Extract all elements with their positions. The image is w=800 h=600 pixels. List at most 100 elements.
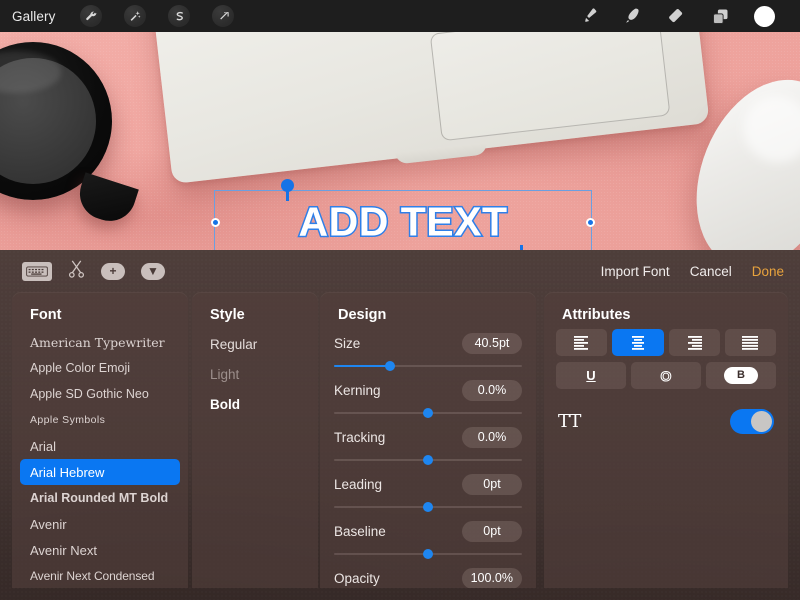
font-list-item[interactable]: Arial [20,433,180,459]
decoration-button-group: UOB [544,362,788,389]
resize-handle-left[interactable] [211,218,220,227]
design-slider-row: Leading0pt [320,470,536,513]
all-caps-tt-icon: TT [558,411,730,432]
attributes-card: Attributes UOB TT [544,292,788,588]
rotate-handle-top[interactable] [281,179,294,192]
slider-value[interactable]: 0pt [462,521,522,542]
top-toolbar: Gallery [0,0,800,32]
slider-label: Kerning [334,383,462,398]
import-font-button[interactable]: Import Font [601,264,670,279]
slider-header: Size40.5pt [334,329,522,357]
slider-header: Kerning0.0% [334,376,522,404]
slider-label: Leading [334,477,462,492]
font-list[interactable]: American TypewriterApple Color EmojiAppl… [12,329,188,588]
style-list-item[interactable]: Regular [192,329,318,359]
font-list-item[interactable]: Avenir [20,511,180,537]
cancel-button[interactable]: Cancel [690,264,732,279]
rotate-handle-stem-bottom [520,245,523,250]
slider-thumb[interactable] [385,361,395,371]
text-selection-box[interactable]: ADD TEXT [214,190,592,250]
slider-track[interactable] [334,548,522,560]
slider-thumb[interactable] [423,502,433,512]
font-list-item[interactable]: Apple SD Gothic Neo [20,381,180,407]
design-slider-row: Opacity100.0% [320,564,536,588]
style-list-item[interactable]: Light [192,359,318,389]
slider-value[interactable]: 0.0% [462,380,522,401]
selection-s-icon [168,5,190,27]
text-action-left-group: + ▼ [22,259,165,283]
eraser-button[interactable] [654,0,698,32]
font-list-item[interactable]: American Typewriter [20,329,180,355]
slider-value[interactable]: 100.0% [462,568,522,589]
text-action-bar: + ▼ Import Font Cancel Done [0,250,800,292]
slider-track[interactable] [334,407,522,419]
design-card: Design Size40.5ptKerning0.0%Tracking0.0%… [320,292,536,588]
transform-button[interactable] [201,0,245,32]
gallery-button[interactable]: Gallery [12,9,55,24]
right-tool-group [566,0,786,32]
slider-track[interactable] [334,360,522,372]
done-button[interactable]: Done [752,264,784,279]
smudge-icon [622,6,642,26]
align-justify-icon[interactable] [725,329,776,356]
slider-track[interactable] [334,501,522,513]
alignment-button-group [544,329,788,356]
scissors-icon[interactable] [68,259,85,283]
outline-icon[interactable]: O [631,362,701,389]
artwork-canvas[interactable]: ADD TEXT [0,32,800,250]
mouse-highlight [733,85,800,172]
slider-header: Opacity100.0% [334,564,522,588]
text-action-right-group: Import Font Cancel Done [601,264,784,279]
left-tool-group [69,0,245,32]
slider-header: Leading0pt [334,470,522,498]
slider-label: Opacity [334,571,462,586]
style-card: Style RegularLightBold [192,292,318,588]
slider-label: Baseline [334,524,462,539]
slider-value[interactable]: 40.5pt [462,333,522,354]
font-list-item[interactable]: Arial Hebrew [20,459,180,485]
laptop-trackpad [430,32,671,141]
artwork-text[interactable]: ADD TEXT [215,199,591,246]
slider-thumb[interactable] [423,408,433,418]
layers-icon [710,6,731,27]
smudge-button[interactable] [610,0,654,32]
font-list-item[interactable]: Avenir Next [20,537,180,563]
add-text-button[interactable]: + [101,263,125,280]
slider-header: Baseline0pt [334,517,522,545]
slider-track[interactable] [334,454,522,466]
font-list-item[interactable]: Apple Symbols [20,407,180,433]
layers-button[interactable] [698,0,742,32]
font-list-item[interactable]: Apple Color Emoji [20,355,180,381]
slider-label: Tracking [334,430,462,445]
magic-wand-icon [124,5,146,27]
font-list-item[interactable]: Arial Rounded MT Bold [20,485,180,511]
align-left-icon[interactable] [556,329,607,356]
actions-wrench-button[interactable] [69,0,113,32]
all-caps-toggle[interactable] [730,409,774,434]
slider-thumb[interactable] [423,455,433,465]
brush-button[interactable] [566,0,610,32]
align-right-icon[interactable] [669,329,720,356]
eraser-icon [666,6,686,26]
slider-label: Size [334,336,462,351]
style-list[interactable]: RegularLightBold [192,329,318,419]
color-swatch-button[interactable] [742,0,786,32]
chevron-down-icon[interactable]: ▼ [141,263,165,280]
adjustments-button[interactable] [113,0,157,32]
keyboard-icon[interactable] [22,262,52,281]
resize-handle-right[interactable] [586,218,595,227]
design-slider-row: Size40.5pt [320,329,536,372]
slider-value[interactable]: 0.0% [462,427,522,448]
style-list-item[interactable]: Bold [192,389,318,419]
font-card: Font American TypewriterApple Color Emoj… [12,292,188,588]
font-list-item[interactable]: Avenir Next Condensed [20,563,180,588]
style-card-title: Style [210,307,318,323]
align-center-icon[interactable] [612,329,663,356]
attributes-card-title: Attributes [562,307,788,323]
slider-thumb[interactable] [423,549,433,559]
highlight-icon[interactable]: B [706,362,776,389]
slider-value[interactable]: 0pt [462,474,522,495]
underline-icon[interactable]: U [556,362,626,389]
transform-arrow-icon [212,5,234,27]
selection-button[interactable] [157,0,201,32]
